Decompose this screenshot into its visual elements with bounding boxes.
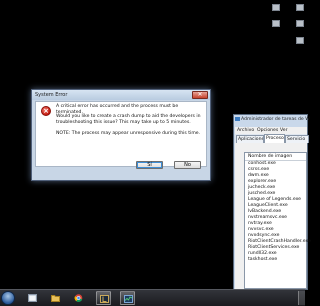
menu-opciones[interactable]: Opciones: [257, 127, 278, 134]
close-icon: ✕: [197, 91, 203, 98]
desktop-icon[interactable]: [296, 20, 304, 27]
processes-panel: Nombre de imagen conhost.exe csrss.exe dwm…: [235, 143, 311, 289]
taskbar-explorer[interactable]: [25, 291, 40, 305]
dialog-titlebar[interactable]: System Error ✕: [32, 90, 210, 100]
tab-aplicaciones[interactable]: Aplicaciones: [236, 135, 264, 143]
taskbar-folder[interactable]: [48, 291, 63, 305]
taskbar-task-manager[interactable]: [120, 291, 135, 305]
taskbar-chrome[interactable]: [71, 291, 86, 305]
dialog-body: × A critical error has occurred and the …: [35, 101, 207, 167]
desktop-icon[interactable]: [296, 4, 304, 11]
chrome-icon: [74, 294, 83, 302]
start-button[interactable]: [1, 291, 15, 305]
desktop-icon[interactable]: [272, 4, 280, 11]
tab-servicios[interactable]: Servicio: [285, 135, 309, 143]
close-button[interactable]: ✕: [192, 91, 208, 99]
dialog-title: System Error: [35, 92, 68, 98]
yes-button[interactable]: Sí: [136, 161, 163, 169]
process-list[interactable]: Nombre de imagen conhost.exe csrss.exe dwm…: [244, 152, 311, 289]
menu-ver[interactable]: Ver: [280, 127, 288, 134]
taskbar-league-client[interactable]: [96, 291, 111, 305]
league-client-icon: [100, 295, 109, 303]
no-button[interactable]: No: [174, 161, 201, 169]
folder-icon: [51, 295, 60, 302]
task-manager-window: Administrador de tareas de W Archivo Opc…: [233, 114, 311, 290]
system-error-dialog: System Error ✕ × A critical error has oc…: [31, 89, 211, 181]
desktop-icon[interactable]: [296, 37, 304, 44]
note-message: NOTE: The process may appear unresponsiv…: [56, 131, 201, 136]
task-manager-title: Administrador de tareas de W: [241, 117, 310, 122]
tab-procesos[interactable]: Procesos: [264, 134, 285, 143]
task-manager-icon: [124, 295, 133, 303]
error-icon: ×: [41, 106, 51, 116]
menu-bar: Archivo Opciones Ver: [235, 127, 307, 134]
task-manager-app-icon: [235, 117, 240, 121]
crash-dump-question: Would you like to create a crash dump to…: [56, 114, 201, 125]
desktop-icon[interactable]: [272, 20, 280, 27]
column-header-image-name[interactable]: Nombre de imagen: [245, 153, 306, 161]
show-desktop-button[interactable]: [298, 291, 305, 305]
process-row[interactable]: taskhost.exe: [248, 257, 277, 263]
explorer-icon: [28, 294, 37, 302]
menu-archivo[interactable]: Archivo: [237, 127, 254, 134]
taskbar: [0, 289, 305, 306]
tab-strip: Aplicaciones Procesos Servicio: [235, 134, 309, 143]
